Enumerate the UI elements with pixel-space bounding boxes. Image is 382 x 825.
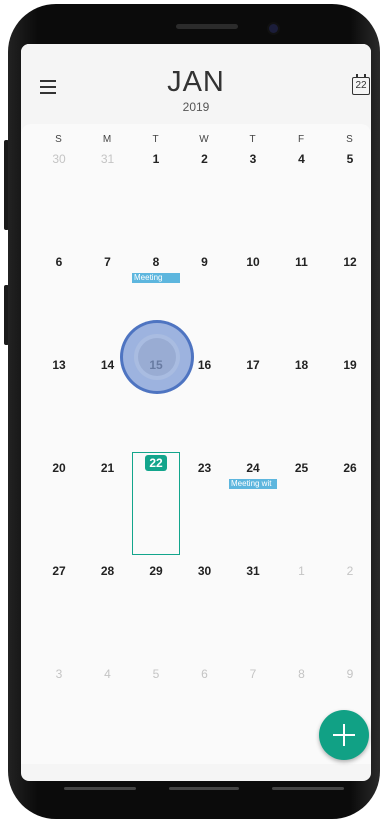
selected-day-badge: 22 [145,455,167,471]
calendar-day[interactable]: 30 [35,150,83,250]
calendar-day[interactable]: 28 [84,562,132,662]
day-number: 5 [152,667,160,681]
day-number: 10 [246,255,260,269]
calendar-day[interactable]: 3 [35,665,83,765]
calendar-day[interactable]: 31 [84,150,132,250]
day-number: 13 [52,358,66,372]
calendar-day[interactable]: 4 [84,665,132,765]
day-number: 30 [197,564,212,578]
calendar-day[interactable]: 29 [132,562,180,662]
calendar-day[interactable]: 11 [278,253,326,353]
calendar-day[interactable]: 24 Meeting wit [229,459,277,559]
day-number: 17 [246,358,260,372]
calendar-day[interactable]: 23 [181,459,229,559]
day-number: 19 [343,358,357,372]
calendar-day[interactable]: 5 [132,665,180,765]
day-number: 8 [152,255,160,269]
day-number: 7 [249,667,257,681]
day-number: 21 [100,461,115,475]
weekday-label: M [102,134,112,145]
calendar-day[interactable]: 19 [326,356,371,456]
day-number: 2 [346,564,354,578]
weekday-label: W [199,134,209,145]
weekday-label: S [55,134,62,145]
nav-bar-right [272,787,344,790]
day-number: 25 [294,461,309,475]
day-number: 4 [298,152,305,166]
weekday-label: T [249,134,256,145]
nav-bar-left [64,787,136,790]
calendar-day[interactable]: 7 [229,665,277,765]
calendar-day[interactable]: 6 [181,665,229,765]
month-grid: SMTWTFS 303112345678Meeting9101112131415… [21,124,371,764]
calendar-day[interactable]: 25 [278,459,326,559]
weekday-label: F [297,134,305,145]
day-number: 26 [343,461,357,475]
day-number: 3 [55,667,63,681]
day-number: 3 [249,152,257,166]
day-number: 6 [55,255,63,269]
month-title: JAN [167,66,225,98]
weekday-header: SMTWTFS [21,134,371,148]
day-number: 28 [100,564,115,578]
calendar-day[interactable]: 20 [35,459,83,559]
app-screen: JAN 2019 22 SMTWTFS 30 31 1 2 3 4 5 6 7 8 Meeting 9… [21,44,371,781]
weekday-label: T [152,134,159,145]
front-camera [269,24,278,33]
day-number: 6 [201,667,208,681]
day-number: 20 [52,461,66,475]
calendar-day[interactable]: 18 [278,356,326,456]
calendar-day[interactable]: 6 [35,253,83,353]
earpiece [176,24,238,29]
add-event-button[interactable] [319,710,369,760]
calendar-day[interactable]: 1 [278,562,326,662]
calendar-day[interactable]: 2 [181,150,229,250]
event-chip[interactable]: Meeting wit [229,479,277,489]
day-number: 24 [246,461,260,475]
calendar-day[interactable]: 5 [326,150,371,250]
calendar-day[interactable]: 22 [132,452,180,555]
day-number: 22 [133,455,179,471]
day-number: 1 [152,152,160,166]
calendar-day[interactable]: 21 [84,459,132,559]
calendar-day[interactable]: 13 [35,356,83,456]
day-number: 8 [298,667,305,681]
day-number: 9 [201,255,208,269]
calendar-day[interactable]: 26 [326,459,371,559]
calendar-today-icon[interactable]: 22 [352,74,370,95]
calendar-day[interactable]: 4 [278,150,326,250]
calendar-header: JAN 2019 22 [21,44,371,124]
phone-device: JAN 2019 22 SMTWTFS 30 31 1 2 3 4 5 6 7 8 Meeting 9… [4,0,382,822]
event-chip[interactable]: Meeting [132,273,180,283]
calendar-day[interactable]: 12 [326,253,371,353]
day-number: 31 [246,564,260,578]
year-label: 2019 [182,100,210,114]
day-number: 31 [100,152,115,166]
day-number: 27 [52,564,66,578]
touch-indicator [120,320,194,394]
day-number: 9 [346,667,354,681]
calendar-day[interactable]: 8 [278,665,326,765]
day-number: 1 [298,564,305,578]
calendar-day[interactable]: 10 [229,253,277,353]
weekday-label: S [346,134,353,145]
calendar-day[interactable]: 27 [35,562,83,662]
calendar-day[interactable]: 17 [229,356,277,456]
nav-bar-center [169,787,239,790]
calendar-day[interactable]: 1 [132,150,180,250]
day-number: 18 [294,358,309,372]
day-number: 12 [343,255,357,269]
day-number: 5 [346,152,354,166]
calendar-day[interactable]: 30 [181,562,229,662]
calendar-day[interactable]: 31 [229,562,277,662]
day-number: 4 [104,667,111,681]
day-number: 29 [149,564,163,578]
day-number: 23 [197,461,212,475]
day-number: 30 [52,152,66,166]
day-number: 11 [295,255,308,269]
calendar-day[interactable]: 3 [229,150,277,250]
calendar-day[interactable]: 2 [326,562,371,662]
day-number: 2 [201,152,208,166]
day-number: 7 [104,255,111,269]
